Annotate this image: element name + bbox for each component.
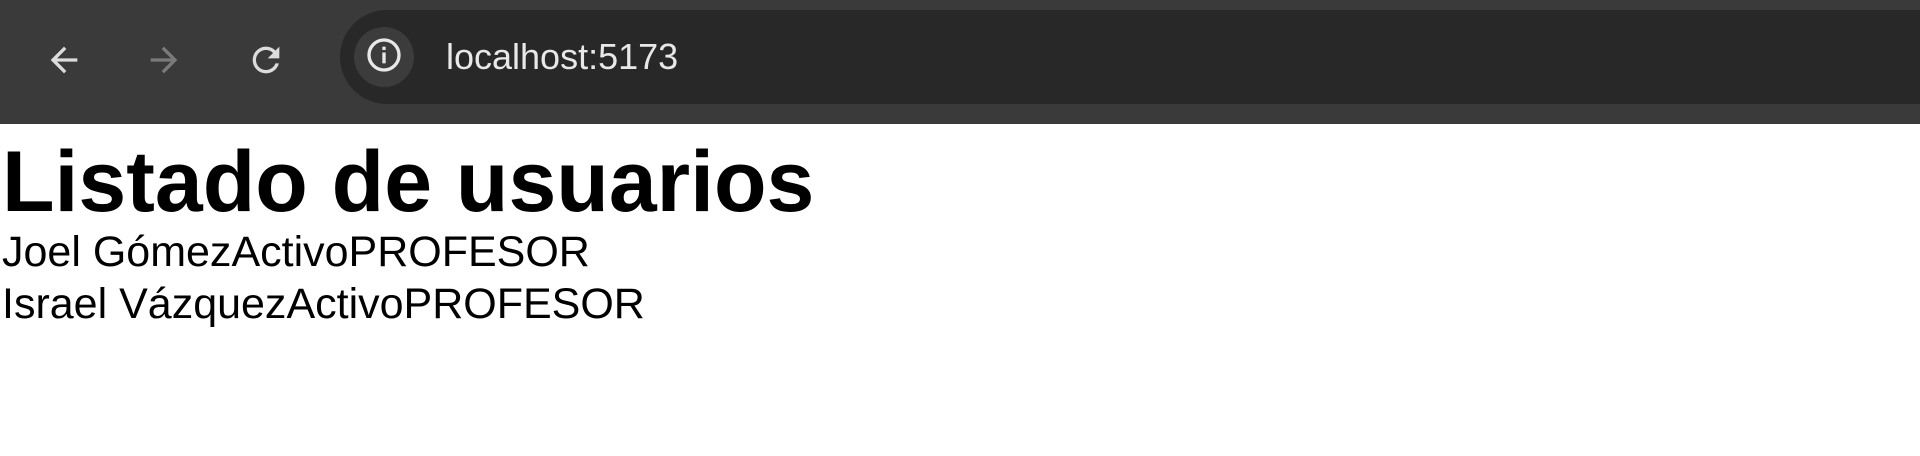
page-title: Listado de usuarios [2,134,815,230]
site-info-button[interactable] [354,27,414,87]
address-bar[interactable]: localhost:5173 [340,10,1920,104]
user-list-item: Israel VázquezActivoPROFESOR [2,278,645,330]
user-list: Joel GómezActivoPROFESOR Israel VázquezA… [2,226,645,330]
user-status: Activo [231,228,349,276]
reload-button[interactable] [238,32,294,88]
forward-button[interactable] [136,32,192,88]
page-content: Listado de usuarios Joel GómezActivoPROF… [0,124,1920,456]
user-name: Israel Vázquez [2,280,287,328]
user-list-item: Joel GómezActivoPROFESOR [2,226,645,278]
back-arrow-icon [44,40,84,80]
reload-icon [246,40,286,80]
url-text[interactable]: localhost:5173 [446,34,678,80]
user-name: Joel Gómez [2,228,232,276]
browser-toolbar: localhost:5173 [0,0,1920,124]
forward-arrow-icon [144,40,184,80]
user-role: PROFESOR [348,228,590,276]
user-role: PROFESOR [403,280,645,328]
info-icon [364,35,404,80]
back-button[interactable] [36,32,92,88]
user-status: Activo [286,280,404,328]
